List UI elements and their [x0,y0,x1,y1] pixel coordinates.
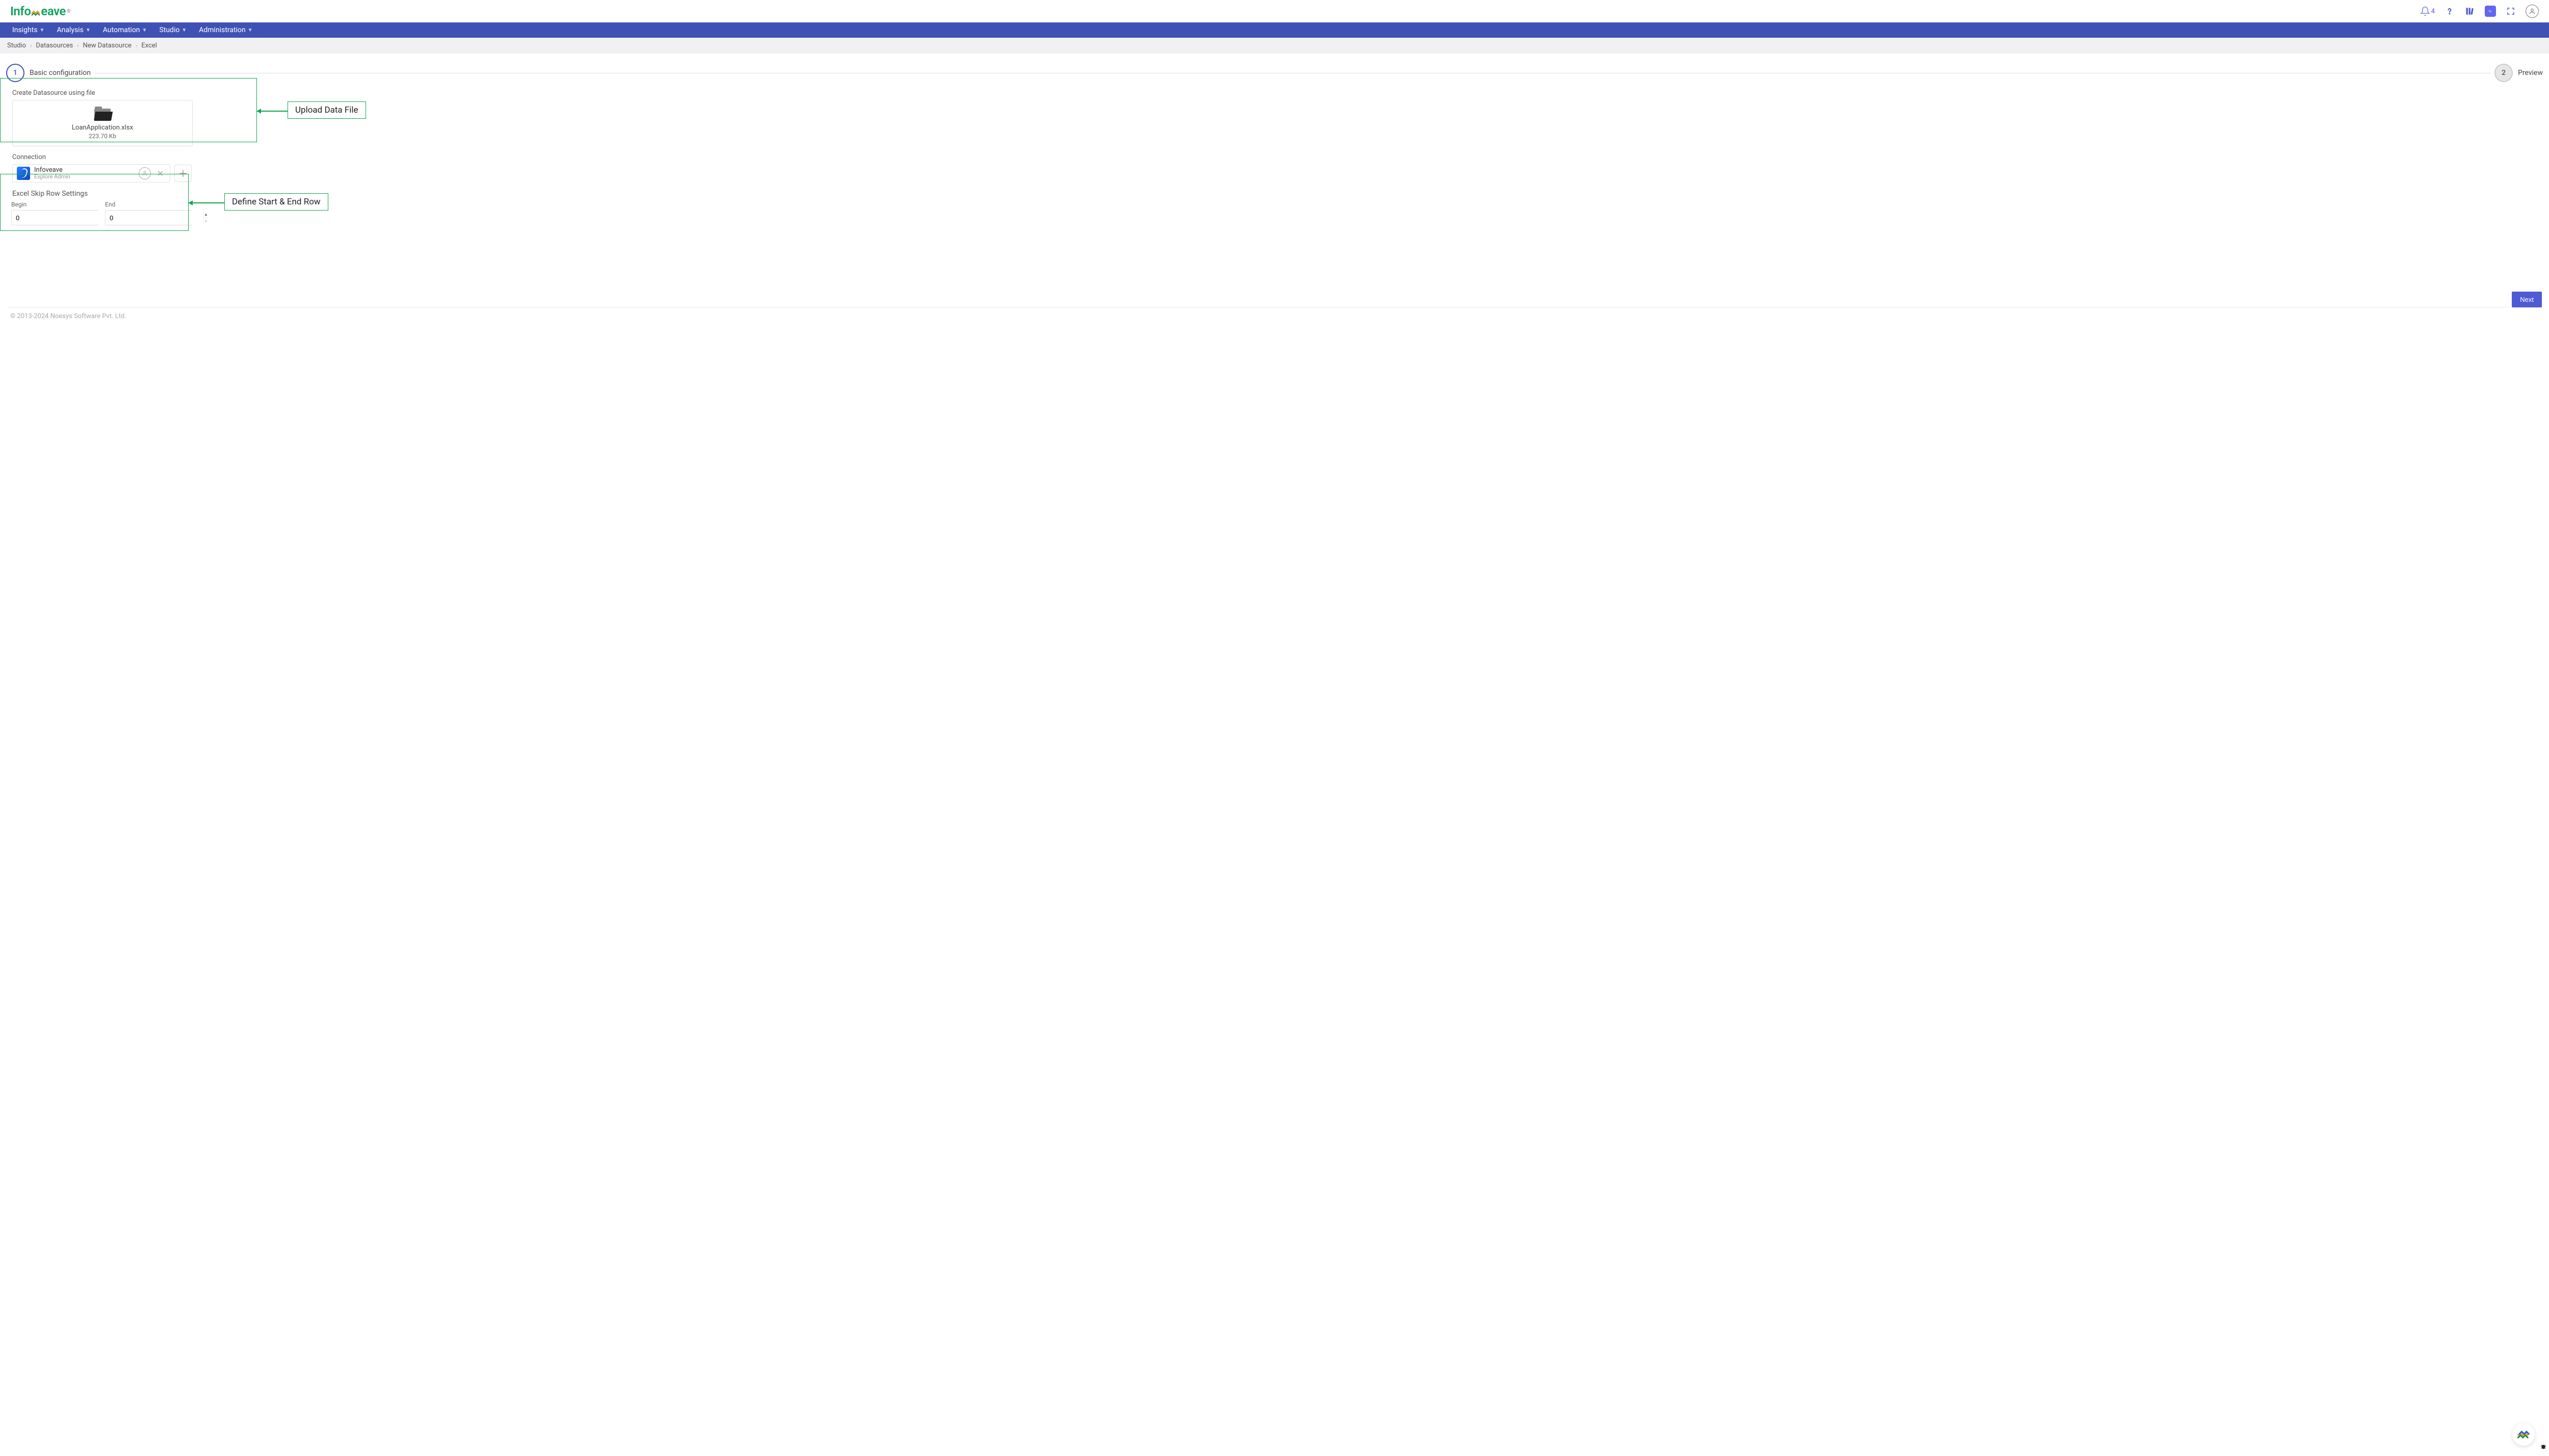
connection-remove-button[interactable]: ✕ [155,169,166,178]
nav-analysis[interactable]: Analysis▼ [50,22,96,38]
logo-weave-icon [30,7,41,18]
logo-text-a: Info [10,4,31,18]
bug-icon [2540,1443,2547,1450]
chevron-down-icon: ▼ [40,28,45,33]
fullscreen-button[interactable] [2505,6,2516,17]
library-button[interactable] [2464,6,2476,17]
chevron-right-icon: › [77,42,79,49]
end-input-wrap: ▲ ▼ [105,210,193,225]
chevron-down-icon: ▼ [142,28,147,33]
connection-add-button[interactable]: ＋ [174,165,192,182]
nav-administration[interactable]: Administration▼ [193,22,258,38]
notification-count: 4 [2431,8,2435,15]
uploaded-file-name: LoanApplication.xlsx [72,124,133,132]
books-icon [2465,6,2475,16]
end-input[interactable] [106,211,203,225]
breadcrumb-item: Excel [141,42,157,49]
connection-user-icon [139,167,151,179]
skip-rows-title: Excel Skip Row Settings [12,190,2543,198]
connection-sub: Explore Admin [34,174,135,180]
chevron-right-icon: › [136,42,137,49]
main-nav: Insights▼ Analysis▼ Automation▼ Studio▼ … [0,22,2549,38]
logo-text-b: eave [41,4,65,18]
connection-chip[interactable]: Infoveave Explore Admin ✕ [12,164,170,183]
connection-label: Connection [12,153,2543,161]
nav-studio[interactable]: Studio▼ [153,22,193,38]
step-2-label: Preview [2518,69,2543,77]
annotation-label-upload: Upload Data File [288,101,366,119]
nav-automation[interactable]: Automation▼ [97,22,153,38]
step-2-circle[interactable]: 2 [2494,64,2513,82]
upload-section-title: Create Datasource using file [12,89,2543,97]
end-step-up[interactable]: ▲ [204,211,208,218]
upload-dropzone[interactable]: LoanApplication.xlsx 223.70 Kb [12,100,193,146]
begin-input[interactable] [12,211,110,225]
fullscreen-icon [2506,7,2515,16]
logo[interactable]: Info eave ® [10,4,71,18]
bell-icon [2420,6,2430,16]
chevron-down-icon: ▼ [248,28,253,33]
nav-insights[interactable]: Insights▼ [6,22,50,38]
floating-support-button[interactable] [2512,1423,2535,1446]
user-menu-button[interactable] [2526,5,2539,18]
annotation-connector [189,202,224,203]
annotation-arrowhead [189,200,193,205]
end-step-down[interactable]: ▼ [204,218,208,225]
heartbeat-icon [2488,8,2493,15]
uploaded-file-size: 223.70 Kb [89,133,116,140]
help-button[interactable] [2444,6,2455,17]
footer-copyright: © 2013-2024 Noesys Software Pvt. Ltd. [7,307,2542,325]
notifications-button[interactable]: 4 [2420,6,2435,16]
question-icon [2444,6,2455,16]
breadcrumb-item[interactable]: Datasources [36,42,73,49]
step-1-circle[interactable]: 1 [6,64,24,82]
step-1-label: Basic configuration [30,69,91,77]
end-label: End [105,201,193,208]
annotation-connector [257,111,288,112]
chevron-down-icon: ▼ [181,28,187,33]
bug-report-button[interactable] [2540,1443,2547,1452]
stepper: 1 Basic configuration 2 Preview [6,64,2543,82]
next-button[interactable]: Next [2512,292,2542,307]
monitor-button[interactable] [2485,6,2496,17]
annotation-label-rows: Define Start & End Row [224,193,328,211]
annotation-arrowhead [257,109,261,114]
breadcrumb: Studio › Datasources › New Datasource › … [0,38,2549,54]
user-icon [2529,8,2536,15]
connection-name: Infoveave [34,167,135,174]
chevron-down-icon: ▼ [86,28,91,33]
begin-label: Begin [11,201,99,208]
header-bar: Info eave ® 4 [0,0,2549,22]
breadcrumb-item[interactable]: New Datasource [83,42,132,49]
chevron-right-icon: › [30,42,32,49]
connection-logo-icon [17,167,30,180]
weave-color-icon [2516,1427,2531,1442]
begin-input-wrap: ▲ ▼ [11,210,99,225]
folder-open-icon [94,108,111,120]
breadcrumb-item[interactable]: Studio [7,42,26,49]
